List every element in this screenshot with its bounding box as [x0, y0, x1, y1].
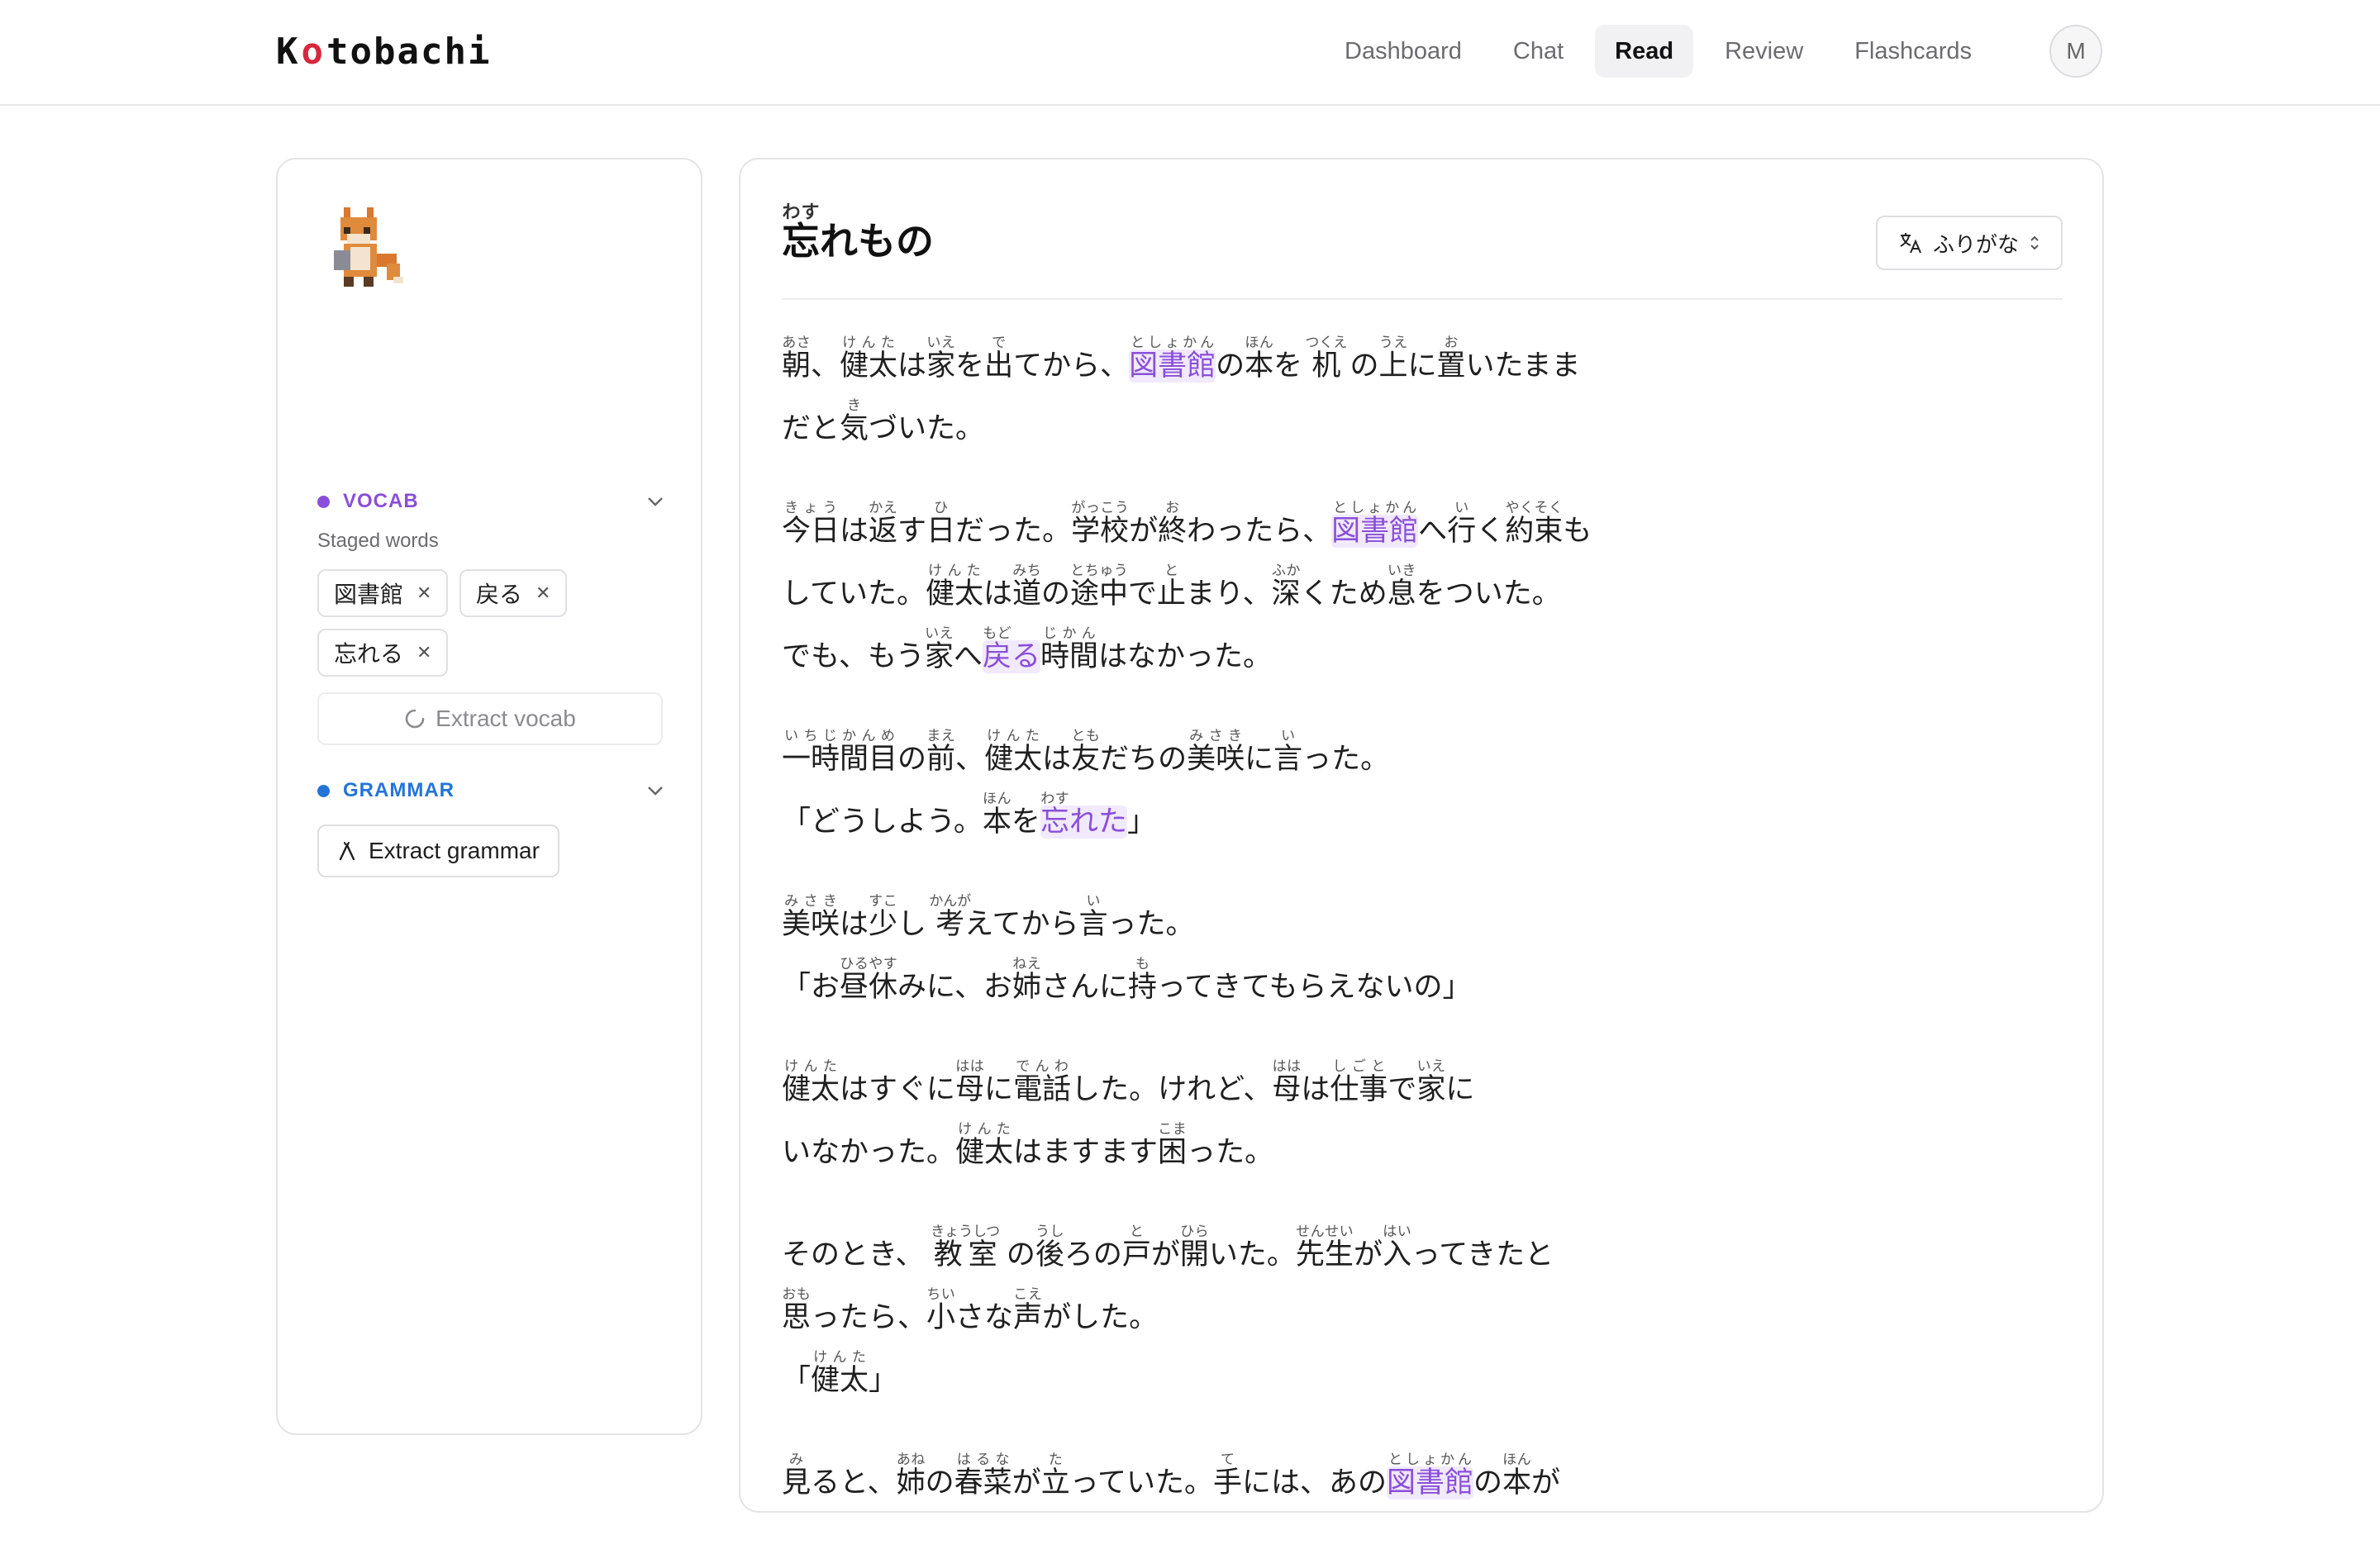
nav-read[interactable]: Read: [1595, 25, 1694, 78]
vocab-highlight[interactable]: 図書館としょかん: [1331, 500, 1419, 548]
vocab-section-label: VOCAB: [343, 490, 419, 512]
app-logo[interactable]: Ko tobachi: [276, 31, 491, 73]
story-line: 見みると、姉あねの春菜はるなが立たっていた。手てには、あの図書館としょかんの本ほ…: [782, 1452, 1561, 1499]
vocab-dot: [317, 495, 330, 508]
nav-dashboard[interactable]: Dashboard: [1325, 25, 1482, 78]
extract-vocab-label: Extract vocab: [436, 706, 576, 731]
furigana-toggle-select[interactable]: ふりがな: [1876, 216, 2063, 270]
story-line: 今日きょうは返かえす日ひだった。学校がっこうが終おわったら、図書館としょかんへ行…: [782, 500, 1592, 548]
story-paragraph: 一時間目いちじかんめの前まえ、健太けんたは友ともだちの美咲みさきに言いった。 「…: [782, 728, 1691, 853]
staged-word-chip: 図書館 ✕: [317, 569, 449, 617]
story-paragraph: 見みると、姉あねの春菜はるなが立たっていた。手てには、あの図書館としょかんの本ほ…: [782, 1452, 1691, 1514]
vocab-section-toggle[interactable]: VOCAB: [317, 485, 664, 518]
chip-label: 忘れる: [334, 640, 404, 668]
translate-icon: [1900, 233, 1921, 254]
loading-spinner-icon: [405, 709, 425, 729]
title-divider: [782, 298, 2063, 300]
main-nav: Dashboard Chat Read Review Flashcards M: [1325, 25, 2102, 78]
story-line: していた。健太けんたは道みちの途中とちゅうで止とまり、深ふかくため息いきをついた…: [782, 563, 1561, 611]
story-line: でも、もう家いえへ戻もどる時間じかんはなかった。: [782, 625, 1272, 673]
extract-vocab-button[interactable]: Extract vocab: [317, 692, 663, 745]
grammar-dot: [317, 784, 330, 797]
story-line: 健太けんたはすぐに母ははに電話でんわした。けれど、母ははは仕事しごとで家いえに: [782, 1058, 1475, 1106]
chip-label: 図書館: [334, 581, 404, 608]
story-line: 「どうしよう。本ほんを忘わすれた」: [782, 791, 1156, 839]
extract-grammar-label: Extract grammar: [369, 838, 540, 863]
chip-label: 戻る: [476, 581, 523, 608]
story-title: 忘わすれもの: [782, 202, 934, 264]
extract-grammar-button[interactable]: Extract grammar: [317, 825, 559, 877]
story-line: 「お昼休ひるやすみに、お姉ねえさんに持もってきてもらえないの」: [782, 956, 1472, 1004]
vocab-highlight[interactable]: 図書館としょかん: [1387, 1452, 1474, 1499]
story-paragraph: そのとき、 教室きょうしつ の後うしろの戸とが開ひらいた。先生せんせいが入はいっ…: [782, 1224, 1691, 1412]
vocab-highlight[interactable]: 忘わすれた: [1040, 791, 1127, 839]
story-line: 美咲みさきは少すこし 考かんがえてから言いった。: [782, 893, 1195, 941]
story-paragraph: 朝あさ、健太けんたは家いえを出でてから、図書館としょかんの本ほんを 机つくえ の…: [782, 335, 1691, 460]
story-line: 朝あさ、健太けんたは家いえを出でてから、図書館としょかんの本ほんを 机つくえ の…: [782, 335, 1581, 383]
fox-mascot-icon: [334, 207, 403, 287]
reader-panel: 忘わすれもの ふりがな 朝あさ、健太けんたは家いえを出でてから、図書館としょかん…: [739, 158, 2104, 1513]
remove-chip-icon[interactable]: ✕: [416, 583, 431, 604]
nav-chat[interactable]: Chat: [1493, 25, 1583, 78]
story-line: 「健太けんた」: [782, 1349, 898, 1397]
story-paragraph: 今日きょうは返かえす日ひだった。学校がっこうが終おわったら、図書館としょかんへ行…: [782, 500, 1691, 688]
furigana-select-label: ふりがな: [1932, 232, 2019, 258]
story-paragraph: 健太けんたはすぐに母ははに電話でんわした。けれど、母ははは仕事しごとで家いえに …: [782, 1058, 1691, 1184]
wand-icon: [339, 842, 355, 861]
story-body: 朝あさ、健太けんたは家いえを出でてから、図書館としょかんの本ほんを 机つくえ の…: [782, 335, 1691, 1554]
grammar-section-label: GRAMMAR: [343, 779, 455, 801]
vocab-highlight[interactable]: 戻もどる: [982, 625, 1040, 673]
story-line: いなかった。健太けんたはますます困こまった。: [782, 1121, 1274, 1169]
staged-words-label: Staged words: [317, 530, 439, 552]
grammar-section-toggle[interactable]: GRAMMAR: [317, 774, 664, 807]
story-line: 思おもったら、小ちいさな声こえがした。: [782, 1286, 1159, 1334]
top-navbar: Ko tobachi Dashboard Chat Read Review Fla…: [0, 0, 2380, 106]
study-sidebar: VOCAB Staged words 図書館 ✕ 戻る ✕ 忘れる ✕ Extr…: [276, 158, 702, 1435]
staged-word-chip: 忘れる ✕: [317, 629, 449, 677]
story-line: だと気きづいた。: [782, 397, 985, 445]
vocab-highlight[interactable]: 図書館としょかん: [1129, 335, 1216, 383]
chevron-down-icon: [648, 497, 663, 506]
remove-chip-icon[interactable]: ✕: [536, 583, 550, 604]
chevron-updown-icon: [2030, 235, 2039, 250]
staged-word-chip: 戻る ✕: [459, 569, 568, 617]
nav-flashcards[interactable]: Flashcards: [1835, 25, 1992, 78]
remove-chip-icon[interactable]: ✕: [416, 643, 431, 663]
chevron-down-icon: [648, 787, 663, 796]
story-line: 一時間目いちじかんめの前まえ、健太けんたは友ともだちの美咲みさきに言いった。: [782, 728, 1390, 776]
story-paragraph: 美咲みさきは少すこし 考かんがえてから言いった。 「お昼休ひるやすみに、お姉ねえ…: [782, 893, 1691, 1019]
user-avatar[interactable]: M: [2049, 25, 2102, 78]
nav-review[interactable]: Review: [1705, 25, 1823, 78]
story-line: そのとき、 教室きょうしつ の後うしろの戸とが開ひらいた。先生せんせいが入はいっ…: [782, 1224, 1554, 1271]
